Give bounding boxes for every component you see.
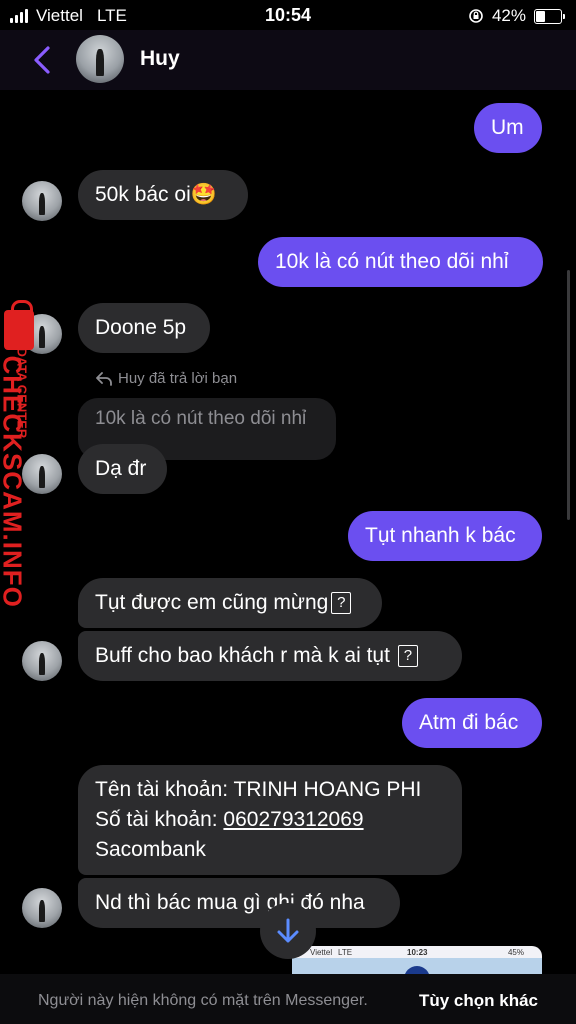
message-incoming[interactable]: 50k bác oi🤩 (78, 170, 248, 220)
reply-arrow-icon (96, 371, 112, 386)
unknown-emoji-icon: ? (397, 645, 418, 668)
battery-icon (534, 8, 565, 24)
account-number-label: Số tài khoản: (95, 808, 224, 831)
message-text: Um (491, 116, 524, 139)
message-text: Nd thì bác mua gì ghi đó nha (95, 891, 365, 914)
account-number-line: Số tài khoản: 060279312069 (95, 805, 445, 835)
footer-bar: Người này hiện không có mặt trên Messeng… (0, 974, 576, 1024)
message-outgoing[interactable]: Tụt nhanh k bác (348, 511, 542, 561)
message-text: 10k là có nút theo dõi nhỉ (275, 250, 509, 273)
back-arrow-icon[interactable] (28, 42, 58, 78)
reply-indicator: Huy đã trả lời bạn (96, 370, 237, 387)
scrollbar[interactable] (567, 270, 570, 520)
unknown-emoji-icon: ? (331, 592, 352, 615)
reply-label-text: Huy đã trả lời bạn (118, 370, 238, 387)
message-text: Dạ đr (95, 457, 147, 480)
sender-avatar[interactable] (22, 181, 62, 221)
message-text: Tụt nhanh k bác (365, 524, 516, 547)
contact-name[interactable]: Huy (140, 47, 180, 71)
bank-name-line: Sacombank (95, 838, 206, 861)
thumb-network: LTE (338, 948, 353, 957)
message-text: 50k bác oi🤩 (95, 183, 217, 206)
message-outgoing[interactable]: Um (474, 103, 542, 153)
message-incoming[interactable]: Tên tài khoản: TRINH HOANG PHI Số tài kh… (78, 765, 462, 875)
watermark-title: CHECKSCAM.INFO (0, 355, 28, 608)
message-incoming[interactable]: Dạ đr (78, 444, 167, 494)
orientation-lock-icon (469, 9, 483, 23)
message-text: Buff cho bao khách r mà k ai tụt (95, 644, 390, 667)
thumb-battery: 45% (507, 948, 524, 957)
battery-percent: 42% (491, 6, 526, 25)
scroll-to-bottom-button[interactable] (260, 903, 316, 959)
lock-icon (4, 300, 34, 350)
quoted-text: 10k là có nút theo dõi nhỉ (95, 408, 307, 429)
account-number-link[interactable]: 060279312069 (223, 808, 363, 831)
message-incoming[interactable]: Doone 5p (78, 303, 210, 353)
chat-header: Huy (0, 30, 576, 90)
message-text: Doone 5p (95, 316, 187, 339)
message-text: Atm đi bác (419, 711, 519, 734)
message-incoming[interactable]: Buff cho bao khách r mà k ai tụt? (78, 631, 462, 681)
sender-avatar[interactable] (22, 641, 62, 681)
message-outgoing[interactable]: Atm đi bác (402, 698, 542, 748)
watermark: DATA CENTER CHECKSCAM.INFO (0, 300, 62, 608)
message-incoming[interactable]: Nd thì bác mua gì ghi đó nha (78, 878, 400, 928)
account-name-line: Tên tài khoản: TRINH HOANG PHI (95, 778, 422, 801)
thumb-status-bar: Viettel LTE 10:23 45% (292, 948, 542, 958)
message-outgoing[interactable]: 10k là có nút theo dõi nhỉ (258, 237, 543, 287)
arrow-down-icon (277, 918, 299, 943)
message-list[interactable]: Um 50k bác oi🤩 10k là có nút theo dõi nh… (0, 90, 576, 974)
more-options-button[interactable]: Tùy chọn khác (419, 991, 538, 1011)
status-bar: Viettel LTE 10:54 42% (0, 0, 576, 30)
inactive-notice: Người này hiện không có mặt trên Messeng… (38, 992, 368, 1009)
message-text: Tụt được em cũng mừng (95, 591, 329, 614)
status-right: 42% (468, 6, 565, 26)
message-incoming[interactable]: Tụt được em cũng mừng? (78, 578, 382, 628)
contact-avatar[interactable] (76, 35, 124, 83)
sender-avatar[interactable] (22, 888, 62, 928)
thumb-time: 10:23 (407, 948, 428, 957)
